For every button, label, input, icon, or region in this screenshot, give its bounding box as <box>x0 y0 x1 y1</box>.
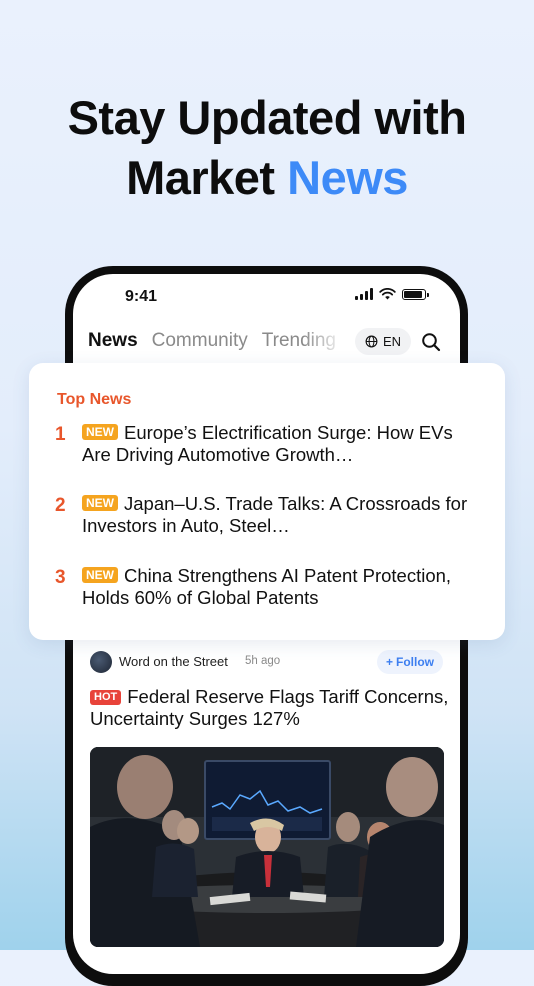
news-headline-text: Europe’s Electrification Surge: How EVs … <box>82 422 453 465</box>
new-badge: NEW <box>82 567 118 583</box>
status-time: 9:41 <box>125 288 158 305</box>
headline: Stay Updated with Market News <box>0 88 534 208</box>
battery-icon <box>402 288 429 300</box>
news-headline-text: Japan–U.S. Trade Talks: A Crossroads for… <box>82 493 468 536</box>
headline-prefix: Market <box>126 151 288 204</box>
headline-accent: News <box>287 151 408 204</box>
wifi-icon <box>379 288 396 300</box>
plus-icon: + <box>385 655 393 669</box>
top-news-title: Top News <box>57 391 132 408</box>
author-name[interactable]: Word on the Street <box>119 654 228 669</box>
tab-news[interactable]: News <box>88 330 138 352</box>
status-icons <box>355 288 429 300</box>
post-image[interactable] <box>90 747 444 947</box>
hot-badge: HOT <box>90 690 122 705</box>
globe-icon <box>365 335 378 348</box>
news-headline-text: China Strengthens AI Patent Protection, … <box>82 565 452 608</box>
cellular-signal-icon <box>355 288 373 300</box>
headline-line-2: Market News <box>0 148 534 208</box>
post-title-text: Federal Reserve Flags Tariff Concerns, U… <box>90 686 449 729</box>
news-headline: NEW Europe’s Electrification Surge: How E… <box>82 422 482 466</box>
new-badge: NEW <box>82 495 118 511</box>
news-rank: 3 <box>55 567 66 588</box>
news-headline: NEW China Strengthens AI Patent Protectio… <box>82 565 482 609</box>
new-badge: NEW <box>82 424 118 440</box>
tab-fade <box>303 324 353 358</box>
follow-label: Follow <box>396 655 434 669</box>
news-headline: NEW Japan–U.S. Trade Talks: A Crossroads … <box>82 493 482 537</box>
follow-button[interactable]: + Follow <box>376 650 443 674</box>
search-icon[interactable] <box>421 332 441 352</box>
language-label: EN <box>383 334 402 349</box>
tab-community[interactable]: Community <box>152 330 248 352</box>
news-rank: 2 <box>55 495 66 516</box>
top-news-card: Top News 1 NEW Europe’s Electrification S… <box>29 363 505 640</box>
post-author-row: Word on the Street 5h ago + Follow <box>90 650 443 676</box>
post-title[interactable]: HOT Federal Reserve Flags Tariff Concerns… <box>90 686 450 730</box>
meeting-room-photo <box>90 747 444 947</box>
post-time: 5h ago <box>245 655 281 667</box>
avatar[interactable] <box>90 651 112 673</box>
news-rank: 1 <box>55 424 66 445</box>
headline-line-1: Stay Updated with <box>67 91 467 144</box>
language-button[interactable]: EN <box>355 328 412 355</box>
